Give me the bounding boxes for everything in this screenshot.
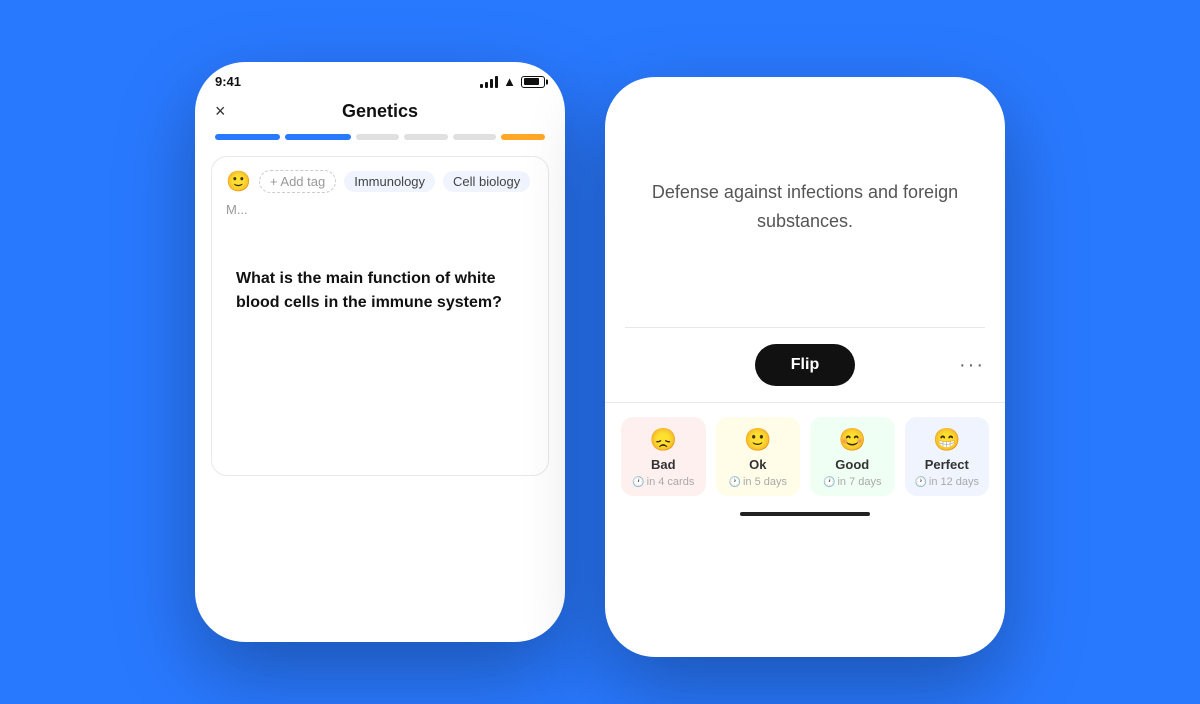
clock-icon-good: 🕐 bbox=[823, 477, 835, 488]
perfect-time: 🕐 in 12 days bbox=[914, 476, 979, 488]
deck-title: Genetics bbox=[342, 101, 418, 122]
ok-time: 🕐 in 5 days bbox=[729, 476, 787, 488]
tag-cell-biology[interactable]: Cell biology bbox=[443, 171, 530, 192]
wifi-icon: ▲ bbox=[503, 74, 516, 89]
emoji-icon: 🙂 bbox=[226, 169, 251, 194]
flip-button[interactable]: Flip bbox=[755, 344, 855, 386]
good-time: 🕐 in 7 days bbox=[823, 476, 881, 488]
tag-row: 🙂 + Add tag Immunology Cell biology M... bbox=[226, 169, 534, 217]
battery-icon bbox=[521, 76, 545, 88]
signal-icon bbox=[480, 76, 498, 88]
progress-bar bbox=[195, 134, 565, 156]
add-tag-button[interactable]: + Add tag bbox=[259, 170, 336, 193]
rating-ok-button[interactable]: 🙂 Ok 🕐 in 5 days bbox=[716, 417, 801, 496]
good-emoji: 😊 bbox=[839, 427, 866, 453]
phones-container: 9:41 ▲ × Genetics bbox=[195, 47, 1005, 657]
flip-row: Flip ··· bbox=[605, 328, 1005, 402]
card-answer-area: Defense against infections and foreign s… bbox=[605, 77, 1005, 327]
ok-emoji: 🙂 bbox=[744, 427, 771, 453]
status-icons: ▲ bbox=[480, 74, 545, 89]
progress-seg-6 bbox=[501, 134, 545, 140]
good-label: Good bbox=[835, 457, 869, 472]
progress-seg-4 bbox=[404, 134, 448, 140]
tag-immunology[interactable]: Immunology bbox=[344, 171, 435, 192]
progress-seg-3 bbox=[356, 134, 400, 140]
clock-icon: 🕐 bbox=[632, 477, 644, 488]
clock-icon-ok: 🕐 bbox=[729, 477, 741, 488]
bad-emoji: 😞 bbox=[650, 427, 677, 453]
add-tag-label: + Add tag bbox=[270, 174, 325, 189]
rating-good-button[interactable]: 😊 Good 🕐 in 7 days bbox=[810, 417, 895, 496]
notch bbox=[320, 62, 440, 86]
ok-label: Ok bbox=[749, 457, 766, 472]
status-time: 9:41 bbox=[215, 74, 241, 89]
phone-header: × Genetics bbox=[195, 93, 565, 134]
left-phone: 9:41 ▲ × Genetics bbox=[195, 62, 565, 642]
rating-perfect-button[interactable]: 😁 Perfect 🕐 in 12 days bbox=[905, 417, 990, 496]
perfect-label: Perfect bbox=[925, 457, 969, 472]
rating-bad-button[interactable]: 😞 Bad 🕐 in 4 cards bbox=[621, 417, 706, 496]
notch-right bbox=[745, 77, 865, 101]
rating-row: 😞 Bad 🕐 in 4 cards 🙂 Ok 🕐 in 5 days 😊 Go… bbox=[605, 403, 1005, 504]
clock-icon-perfect: 🕐 bbox=[914, 477, 926, 488]
progress-seg-1 bbox=[215, 134, 280, 140]
progress-seg-2 bbox=[285, 134, 350, 140]
perfect-emoji: 😁 bbox=[933, 427, 960, 453]
bad-label: Bad bbox=[651, 457, 676, 472]
tag-more[interactable]: M... bbox=[226, 202, 248, 217]
flashcard-front: 🙂 + Add tag Immunology Cell biology M...… bbox=[211, 156, 549, 476]
right-phone: Defense against infections and foreign s… bbox=[605, 77, 1005, 657]
home-bar bbox=[740, 512, 870, 516]
card-answer: Defense against infections and foreign s… bbox=[635, 178, 975, 236]
close-button[interactable]: × bbox=[215, 101, 226, 122]
progress-seg-5 bbox=[453, 134, 497, 140]
card-question: What is the main function of white blood… bbox=[226, 237, 534, 325]
bad-time: 🕐 in 4 cards bbox=[632, 476, 694, 488]
more-options-button[interactable]: ··· bbox=[959, 354, 985, 377]
